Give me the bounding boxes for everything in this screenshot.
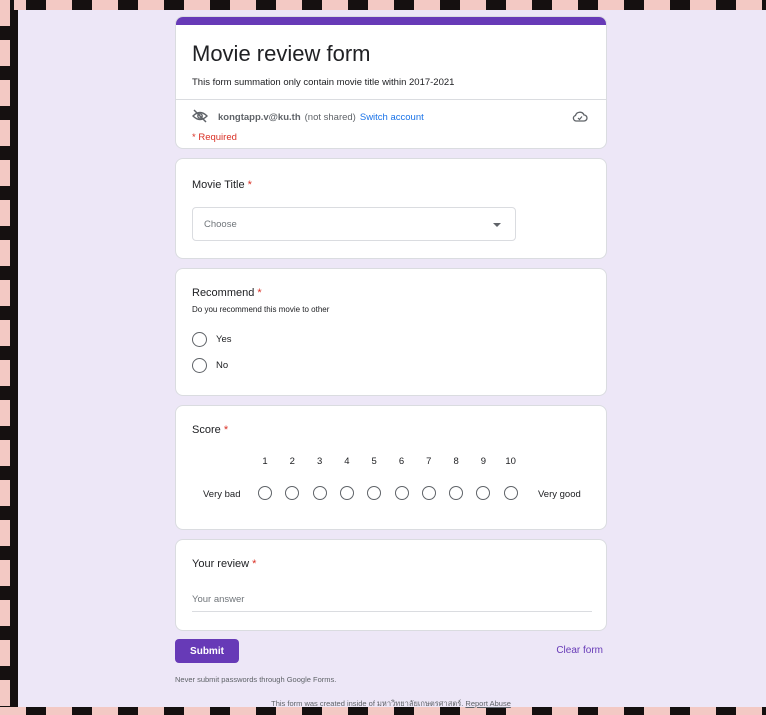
scale-number: 10 (505, 456, 516, 467)
question-label: Movie Title * (192, 179, 252, 191)
switch-account-link[interactable]: Switch account (360, 112, 424, 123)
scale-number: 5 (371, 456, 377, 467)
scale-radio-10[interactable] (503, 486, 518, 500)
scale-number: 1 (262, 456, 268, 467)
radio-label: No (216, 360, 229, 371)
scale-number: 3 (316, 456, 323, 467)
form-column: Movie review form This form summation on… (175, 10, 607, 710)
question-label: Recommend * (192, 287, 262, 299)
submit-button[interactable]: Submit (175, 639, 239, 663)
review-answer-input[interactable]: Your answer (192, 594, 592, 612)
caret-down-icon (493, 223, 501, 227)
radio-option-no[interactable]: No (192, 358, 228, 373)
scale-radio-7[interactable] (421, 486, 436, 500)
password-warning: Never submit passwords through Google Fo… (175, 675, 337, 684)
decorative-border-top (0, 0, 766, 10)
scale-number: 8 (453, 456, 459, 467)
form-page: Movie review form This form summation on… (18, 10, 766, 710)
question-help-text: Do you recommend this movie to other (192, 305, 330, 314)
not-shared-label: (not shared) (304, 112, 356, 123)
form-footer: This form was created inside of มหาวิทยา… (175, 698, 607, 710)
radio-button[interactable] (192, 332, 207, 347)
account-row: kongtapp.v@ku.th (not shared) Switch acc… (192, 109, 424, 126)
question-label: Your review * (192, 558, 256, 570)
radio-option-yes[interactable]: Yes (192, 332, 232, 347)
accent-bar (176, 17, 606, 25)
form-title: Movie review form (192, 41, 371, 66)
scale-radio-5[interactable] (367, 486, 382, 500)
question-movie-title: Movie Title * Choose (175, 158, 607, 259)
scale-radio-6[interactable] (394, 486, 409, 500)
scale-high-label: Very good (538, 489, 581, 500)
required-note: * Required (192, 132, 237, 143)
scale-radio-9[interactable] (476, 486, 491, 500)
form-description: This form summation only contain movie t… (192, 77, 455, 88)
cloud-saved-icon[interactable] (572, 109, 588, 127)
question-label-text: Recommend (192, 287, 255, 299)
radio-label: Yes (216, 334, 232, 345)
required-asterisk: * (223, 424, 229, 436)
scale-radio-3[interactable] (312, 486, 327, 500)
required-asterisk: * (247, 179, 252, 191)
scale-radio-4[interactable] (339, 486, 354, 500)
scale-number: 4 (344, 456, 350, 467)
eye-off-icon (192, 109, 208, 126)
account-email: kongtapp.v@ku.th (218, 112, 301, 123)
footer-created-text: This form was created inside of มหาวิทยา… (271, 699, 464, 708)
question-label-text: Score (192, 424, 221, 436)
radio-button[interactable] (192, 358, 207, 373)
scale-radio-1[interactable] (258, 486, 272, 500)
question-label: Score * (192, 424, 228, 436)
question-label-text: Movie Title (192, 179, 245, 191)
form-header-card: Movie review form This form summation on… (175, 16, 607, 149)
question-review: Your review * Your answer (175, 539, 607, 631)
report-abuse-link[interactable]: Report Abuse (465, 699, 510, 708)
scale-number: 2 (289, 456, 295, 467)
decorative-border-left (0, 0, 14, 715)
scale-low-label: Very bad (203, 489, 241, 500)
question-recommend: Recommend * Do you recommend this movie … (175, 268, 607, 396)
movie-title-dropdown[interactable]: Choose (192, 207, 516, 241)
question-label-text: Your review (192, 558, 250, 570)
scale-number: 6 (398, 456, 405, 467)
clear-form-button[interactable]: Clear form (556, 645, 603, 656)
scale-number: 9 (480, 456, 487, 467)
header-divider (176, 99, 606, 100)
scale-radio-8[interactable] (449, 486, 464, 500)
dropdown-value: Choose (204, 219, 237, 230)
scale-radio-2[interactable] (285, 486, 300, 500)
scale-number: 7 (426, 456, 432, 467)
required-asterisk: * (252, 558, 257, 570)
question-score: Score * Very bad 1 2 3 4 5 6 7 8 9 10 Very good (175, 405, 607, 530)
required-asterisk: * (257, 287, 262, 299)
